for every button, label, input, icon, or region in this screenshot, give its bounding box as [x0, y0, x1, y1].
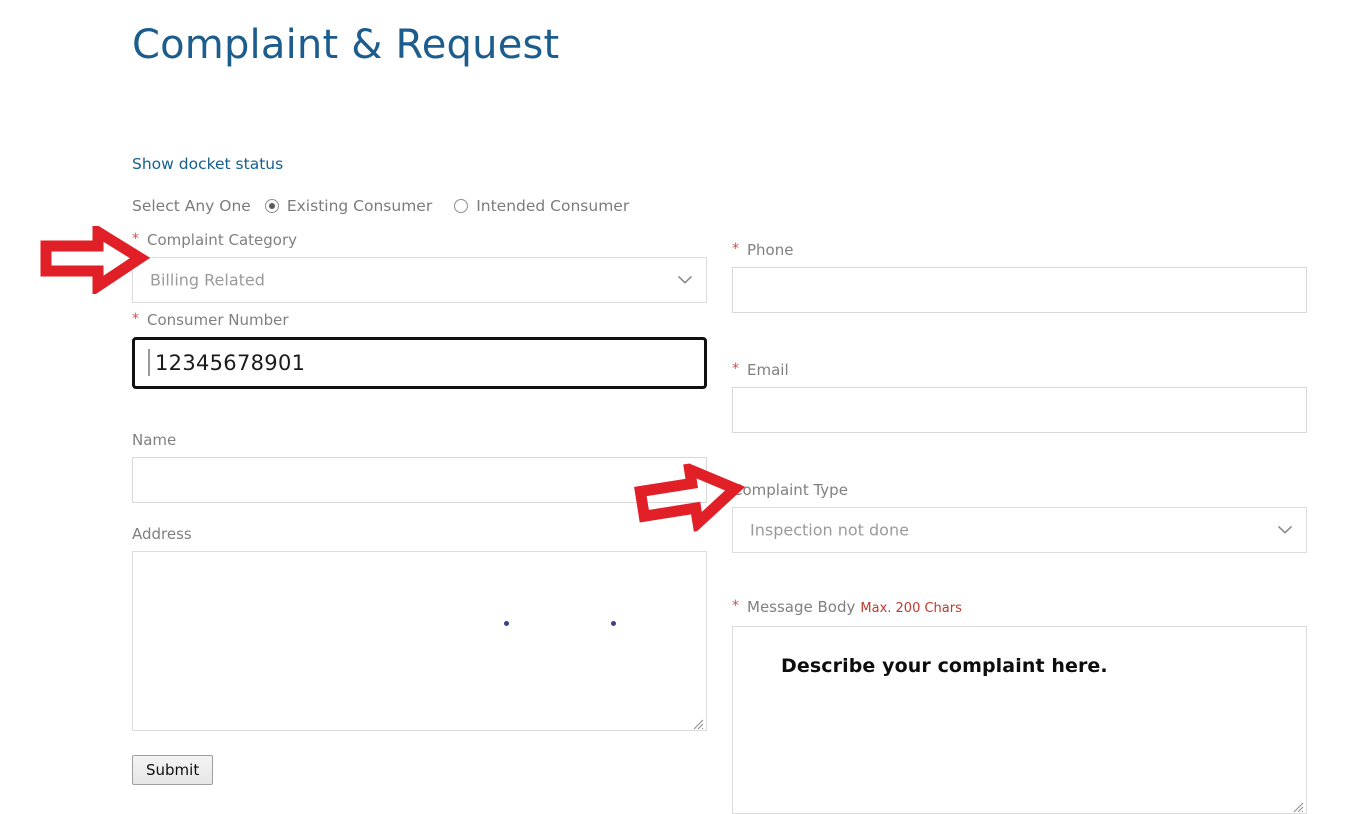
phone-label-text: Phone	[747, 241, 793, 259]
message-body-textarea[interactable]: Describe your complaint here.	[732, 626, 1307, 814]
right-form-column: * Phone * Email Complaint Type Inspection …	[732, 0, 1307, 812]
field-complaint-category: * Complaint Category Billing Related	[132, 230, 707, 303]
address-label: Address	[132, 524, 707, 544]
consumer-number-label-text: Consumer Number	[147, 311, 289, 329]
complaint-category-selected-value: Billing Related	[150, 271, 265, 290]
left-form-column: * Complaint Category Billing Related * Con…	[132, 0, 707, 812]
required-asterisk: *	[132, 311, 139, 327]
name-label: Name	[132, 430, 707, 450]
field-address: Address	[132, 524, 707, 731]
field-consumer-number: * Consumer Number 12345678901	[132, 310, 707, 389]
required-asterisk: *	[732, 241, 739, 257]
consumer-number-value: 12345678901	[155, 351, 305, 375]
cursor-dot-marker	[611, 621, 616, 626]
required-asterisk: *	[732, 598, 739, 614]
email-label: * Email	[732, 360, 1307, 380]
complaint-category-label: * Complaint Category	[132, 230, 707, 250]
required-asterisk: *	[732, 361, 739, 377]
complaint-type-selected-value: Inspection not done	[750, 521, 909, 540]
required-asterisk: *	[132, 231, 139, 247]
email-label-text: Email	[747, 361, 789, 379]
email-input[interactable]	[732, 387, 1307, 433]
field-phone: * Phone	[732, 240, 1307, 313]
consumer-number-label: * Consumer Number	[132, 310, 707, 330]
phone-label: * Phone	[732, 240, 1307, 260]
field-message-body: * Message Body Max. 200 Chars Describe you…	[732, 597, 1307, 814]
field-email: * Email	[732, 360, 1307, 433]
phone-input[interactable]	[732, 267, 1307, 313]
address-textarea[interactable]	[132, 551, 707, 731]
complaint-type-label: Complaint Type	[732, 480, 1307, 500]
submit-button[interactable]: Submit	[132, 755, 213, 785]
consumer-number-input-wrapper[interactable]: 12345678901	[132, 337, 707, 389]
complaint-request-page: Complaint & Request Show docket status S…	[0, 0, 1357, 812]
resize-handle-icon[interactable]	[1291, 798, 1304, 811]
field-complaint-type: Complaint Type Inspection not done	[732, 480, 1307, 553]
complaint-type-select[interactable]: Inspection not done	[732, 507, 1307, 553]
text-caret	[148, 349, 150, 376]
chevron-down-icon	[678, 276, 692, 285]
resize-handle-icon[interactable]	[691, 715, 704, 728]
message-body-value: Describe your complaint here.	[781, 655, 1108, 677]
message-body-label-text: Message Body	[747, 598, 855, 616]
complaint-category-select[interactable]: Billing Related	[132, 257, 707, 303]
chevron-down-icon	[1278, 526, 1292, 535]
message-body-char-limit-hint: Max. 200 Chars	[860, 601, 962, 616]
message-body-label: * Message Body Max. 200 Chars	[732, 597, 1307, 619]
complaint-category-label-text: Complaint Category	[147, 231, 297, 249]
name-input[interactable]	[132, 457, 707, 503]
cursor-dot-marker	[504, 621, 509, 626]
field-name: Name	[132, 430, 707, 503]
